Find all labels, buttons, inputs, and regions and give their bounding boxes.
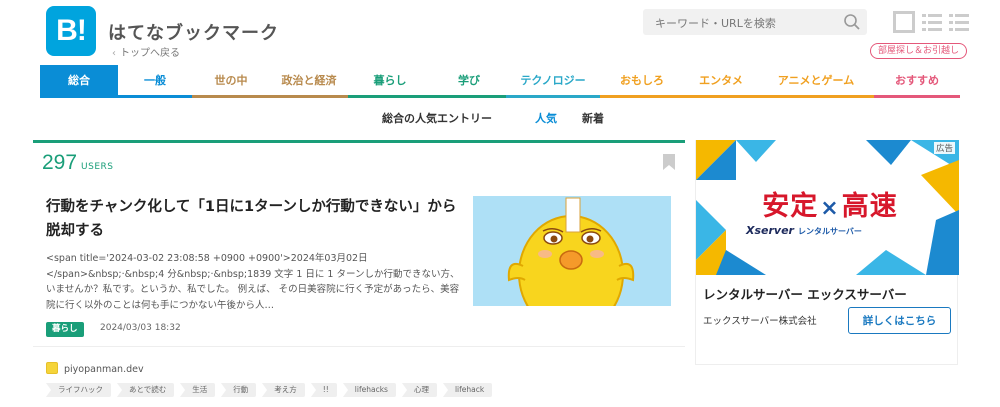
users-count[interactable]: 297 USERS: [42, 151, 114, 175]
entry-date: 2024/03/03 18:32: [100, 323, 181, 333]
tag-item[interactable]: 行動: [221, 383, 257, 397]
tag-item[interactable]: あとで読む: [117, 383, 175, 397]
tag-item[interactable]: ライフハック: [46, 383, 111, 397]
category-nav: 総合 一般 世の中 政治と経済 暮らし 学び テクノロジー おもしろ エンタメ …: [40, 65, 960, 98]
nav-item-society[interactable]: 世の中: [192, 65, 270, 98]
entry-title-link[interactable]: 行動をチャンク化して「1日に1ターンしか行動できない」から脱却する: [46, 195, 466, 243]
entry-source[interactable]: piyopanman.dev: [46, 362, 144, 375]
chick-illustration: [473, 196, 671, 306]
site-favicon-icon: [46, 362, 58, 374]
back-to-top-link[interactable]: ‹ トップへ戻る: [112, 44, 180, 59]
tag-item[interactable]: 心理: [401, 383, 437, 397]
search-box[interactable]: キーワード・URLを検索: [643, 9, 867, 35]
list-view-icon[interactable]: [921, 11, 943, 33]
nav-item-general-top[interactable]: 総合: [40, 65, 118, 98]
nav-item-anime-game[interactable]: アニメとゲーム: [758, 65, 874, 98]
tag-item[interactable]: 考え方: [262, 383, 305, 397]
compact-list-view-icon[interactable]: [948, 11, 970, 33]
nav-item-recommended[interactable]: おすすめ: [874, 65, 960, 98]
ad-title[interactable]: レンタルサーバー エックスサーバー: [703, 284, 907, 303]
ad-cta-button[interactable]: 詳しくはこちら: [848, 307, 951, 334]
tag-item[interactable]: lifehacks: [342, 383, 396, 397]
tab-new[interactable]: 新着: [582, 110, 604, 126]
site-title[interactable]: はてなブックマーク: [108, 19, 279, 45]
ad-brand: Xserver レンタルサーバー: [746, 224, 862, 237]
entry-thumbnail[interactable]: [473, 196, 671, 306]
grid-view-icon[interactable]: [893, 11, 915, 33]
promo-badge[interactable]: 部屋探し＆お引越し: [870, 43, 968, 59]
subnav-title: 総合の人気エントリー: [382, 112, 492, 125]
search-icon[interactable]: [843, 13, 861, 31]
category-badge[interactable]: 暮らし: [46, 322, 84, 337]
ad-banner[interactable]: 広告 安定×高速 Xserver レンタルサーバー: [696, 140, 959, 275]
ad-panel: 広告 安定×高速 Xserver レンタルサーバー レンタルサーバー エックスサー…: [695, 140, 959, 365]
ad-company: エックスサーバー株式会社: [703, 316, 817, 327]
ad-headline: 安定×高速: [762, 191, 898, 222]
tag-item[interactable]: 生活: [180, 383, 216, 397]
tab-popular[interactable]: 人気: [535, 110, 557, 126]
nav-item-knowledge[interactable]: 学び: [432, 65, 506, 98]
category-color-bar: [33, 140, 685, 143]
tag-item[interactable]: !!: [310, 383, 337, 397]
hatena-bookmark-logo[interactable]: B!: [46, 6, 96, 56]
nav-item-politics-economy[interactable]: 政治と経済: [270, 65, 348, 98]
nav-item-general[interactable]: 一般: [118, 65, 192, 98]
search-input[interactable]: キーワード・URLを検索: [655, 15, 776, 31]
nav-item-entertainment[interactable]: エンタメ: [684, 65, 758, 98]
tag-list: ライフハック あとで読む 生活 行動 考え方 !! lifehacks 心理 l…: [46, 383, 493, 397]
bookmark-icon[interactable]: [663, 154, 675, 170]
nav-item-life[interactable]: 暮らし: [348, 65, 432, 98]
ad-label: 広告: [933, 142, 955, 154]
nav-item-fun[interactable]: おもしろ: [600, 65, 684, 98]
chevron-left-icon: ‹: [112, 48, 116, 59]
entry-description: <span title='2024-03-02 23:08:58 +0900 +…: [46, 253, 460, 311]
nav-item-technology[interactable]: テクノロジー: [506, 65, 600, 98]
tag-item[interactable]: lifehack: [442, 383, 493, 397]
